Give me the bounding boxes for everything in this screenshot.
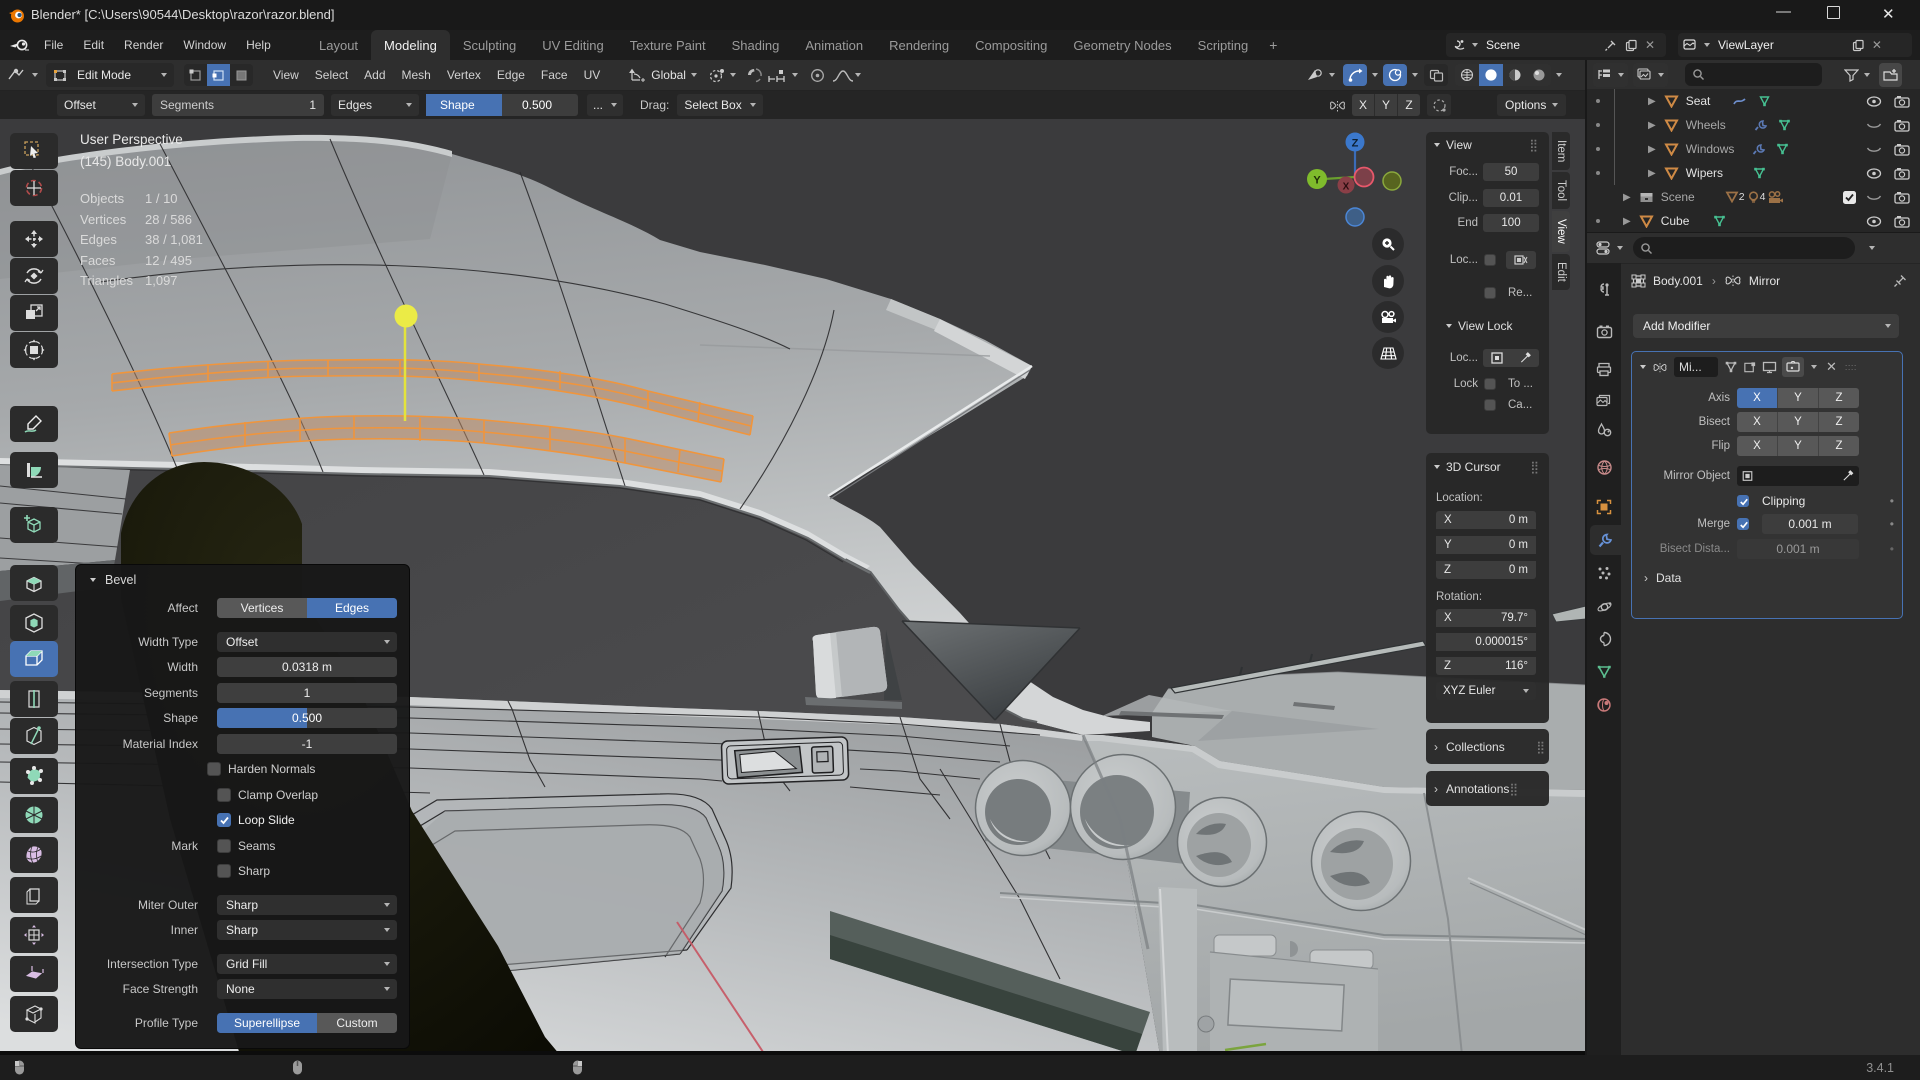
svg-text:Y: Y — [1313, 175, 1321, 187]
svg-text:X: X — [1343, 182, 1350, 193]
svg-text:Z: Z — [1352, 138, 1359, 150]
